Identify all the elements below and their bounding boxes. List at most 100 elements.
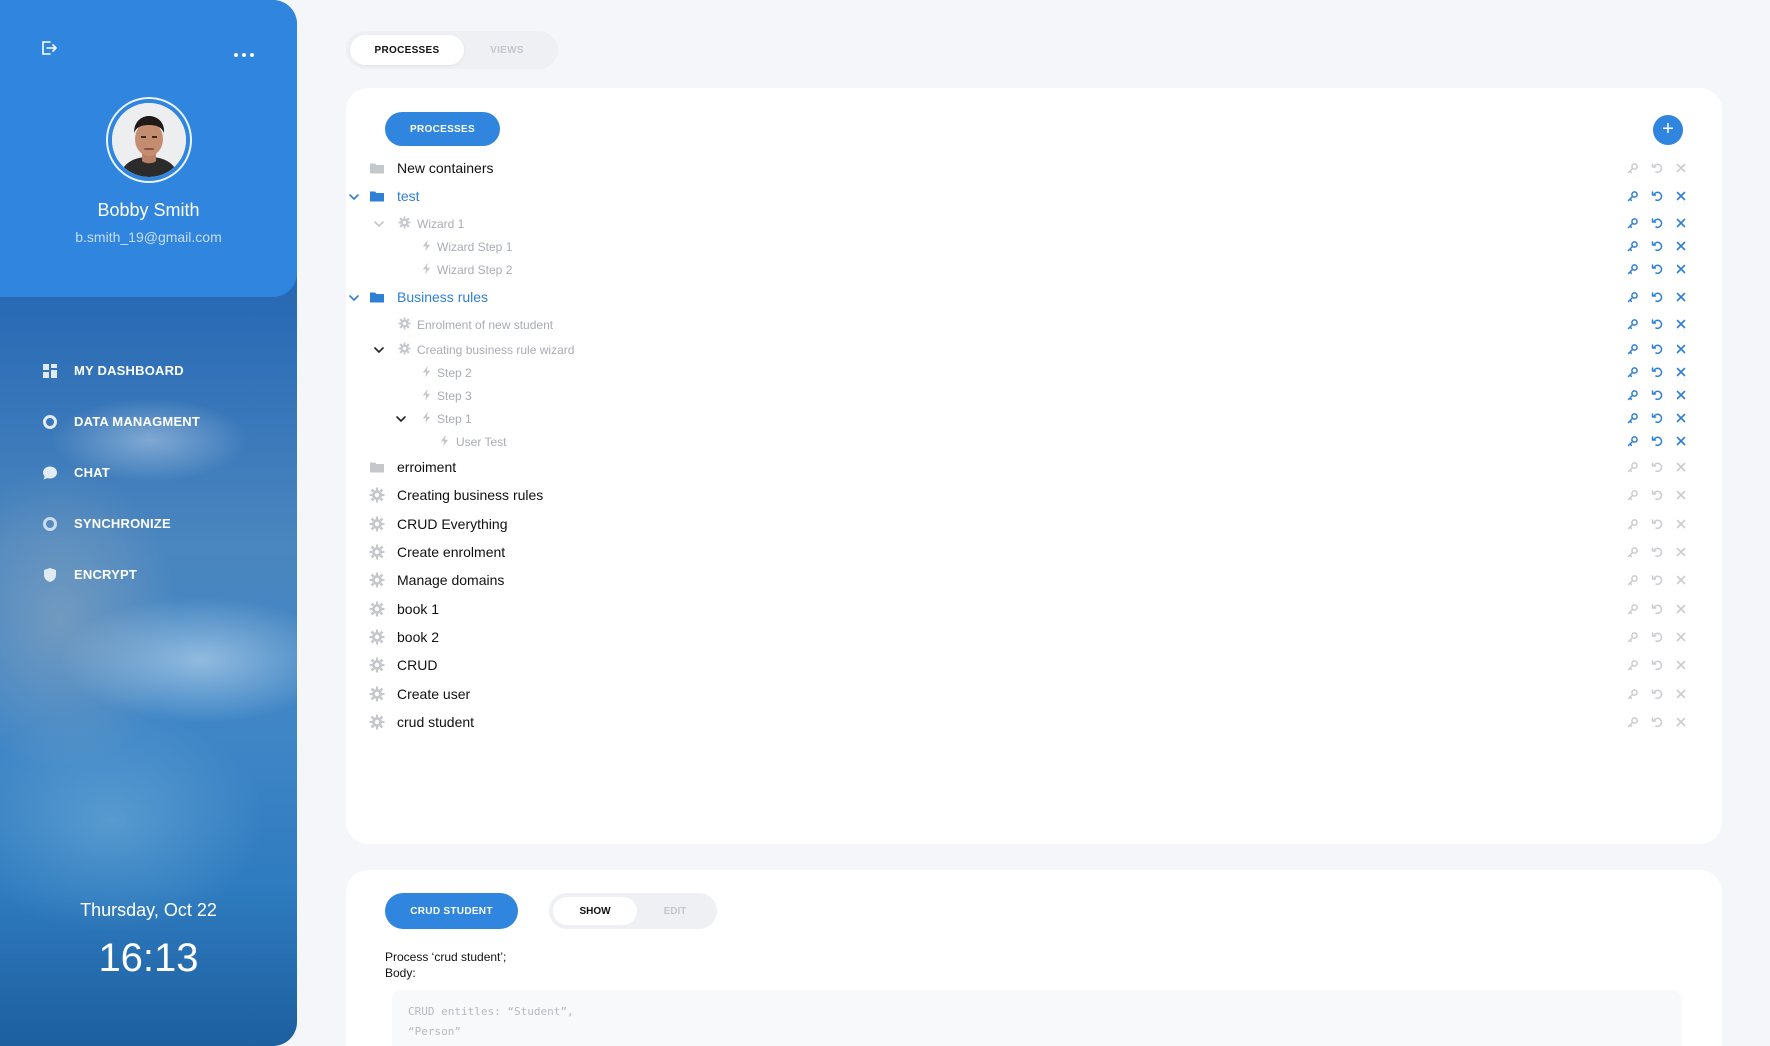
logout-icon[interactable] — [38, 38, 58, 58]
key-icon[interactable] — [1621, 658, 1645, 672]
key-icon[interactable] — [1621, 262, 1645, 276]
key-icon[interactable] — [1621, 715, 1645, 729]
sidebar-item-synchronize[interactable]: SYNCHRONIZE — [42, 498, 200, 549]
key-icon[interactable] — [1621, 388, 1645, 402]
sidebar-item-encrypt[interactable]: ENCRYPT — [42, 549, 200, 600]
undo-icon[interactable] — [1645, 317, 1669, 331]
tab-views[interactable]: VIEWS — [464, 35, 550, 65]
close-icon[interactable] — [1669, 602, 1693, 616]
key-icon[interactable] — [1621, 216, 1645, 230]
tree-row-wizard-step-2[interactable]: Wizard Step 2 — [346, 259, 1722, 279]
tree-row-book-2[interactable]: book 2 — [346, 627, 1722, 647]
tree-row-step-2[interactable]: Step 2 — [346, 362, 1722, 382]
tree-row-creating-business-rules[interactable]: Creating business rules — [346, 485, 1722, 505]
key-icon[interactable] — [1621, 517, 1645, 531]
tree-row-business-rules[interactable]: Business rules — [346, 287, 1722, 307]
tree-row-manage-domains[interactable]: Manage domains — [346, 570, 1722, 590]
close-icon[interactable] — [1669, 239, 1693, 253]
close-icon[interactable] — [1669, 342, 1693, 356]
tree-row-wizard-step-1[interactable]: Wizard Step 1 — [346, 236, 1722, 256]
tree-row-new-containers[interactable]: New containers — [346, 158, 1722, 178]
tab-processes[interactable]: PROCESSES — [350, 35, 464, 65]
key-icon[interactable] — [1621, 239, 1645, 253]
tree-row-crud-student[interactable]: crud student — [346, 712, 1722, 732]
undo-icon[interactable] — [1645, 460, 1669, 474]
undo-icon[interactable] — [1645, 411, 1669, 425]
close-icon[interactable] — [1669, 388, 1693, 402]
key-icon[interactable] — [1621, 411, 1645, 425]
undo-icon[interactable] — [1645, 388, 1669, 402]
key-icon[interactable] — [1621, 189, 1645, 203]
close-icon[interactable] — [1669, 545, 1693, 559]
close-icon[interactable] — [1669, 658, 1693, 672]
close-icon[interactable] — [1669, 365, 1693, 379]
close-icon[interactable] — [1669, 460, 1693, 474]
tree-row-crud-everything[interactable]: CRUD Everything — [346, 514, 1722, 534]
key-icon[interactable] — [1621, 317, 1645, 331]
tree-row-book-1[interactable]: book 1 — [346, 599, 1722, 619]
tree-row-creating-business-rule-wizard[interactable]: Creating business rule wizard — [346, 339, 1722, 359]
close-icon[interactable] — [1669, 216, 1693, 230]
sidebar-item-data-management[interactable]: DATA MANAGMENT — [42, 396, 200, 447]
undo-icon[interactable] — [1645, 342, 1669, 356]
close-icon[interactable] — [1669, 161, 1693, 175]
undo-icon[interactable] — [1645, 687, 1669, 701]
close-icon[interactable] — [1669, 434, 1693, 448]
toggle-edit[interactable]: EDIT — [637, 897, 713, 925]
undo-icon[interactable] — [1645, 658, 1669, 672]
chevron-down-icon[interactable] — [373, 343, 385, 355]
avatar[interactable] — [112, 103, 186, 177]
sidebar-item-chat[interactable]: CHAT — [42, 447, 200, 498]
close-icon[interactable] — [1669, 411, 1693, 425]
key-icon[interactable] — [1621, 290, 1645, 304]
tree-row-step-1[interactable]: Step 1 — [346, 408, 1722, 428]
tree-row-test[interactable]: test — [346, 186, 1722, 206]
key-icon[interactable] — [1621, 365, 1645, 379]
chevron-down-icon[interactable] — [348, 291, 360, 303]
more-options-icon[interactable] — [234, 44, 260, 57]
close-icon[interactable] — [1669, 517, 1693, 531]
tree-row-wizard-1[interactable]: Wizard 1 — [346, 213, 1722, 233]
undo-icon[interactable] — [1645, 715, 1669, 729]
tree-row-user-test[interactable]: User Test — [346, 431, 1722, 451]
key-icon[interactable] — [1621, 488, 1645, 502]
chevron-down-icon[interactable] — [395, 412, 407, 424]
undo-icon[interactable] — [1645, 602, 1669, 616]
tree-row-enrolment-of-new-student[interactable]: Enrolment of new student — [346, 314, 1722, 334]
key-icon[interactable] — [1621, 630, 1645, 644]
key-icon[interactable] — [1621, 545, 1645, 559]
sidebar-item-my-dashboard[interactable]: MY DASHBOARD — [42, 345, 200, 396]
undo-icon[interactable] — [1645, 488, 1669, 502]
undo-icon[interactable] — [1645, 239, 1669, 253]
add-process-button[interactable]: + — [1653, 115, 1683, 145]
close-icon[interactable] — [1669, 573, 1693, 587]
undo-icon[interactable] — [1645, 290, 1669, 304]
close-icon[interactable] — [1669, 290, 1693, 304]
crud-student-button[interactable]: CRUD STUDENT — [385, 893, 518, 929]
undo-icon[interactable] — [1645, 573, 1669, 587]
key-icon[interactable] — [1621, 434, 1645, 448]
tree-row-erroiment[interactable]: erroiment — [346, 457, 1722, 477]
tree-row-create-enrolment[interactable]: Create enrolment — [346, 542, 1722, 562]
key-icon[interactable] — [1621, 687, 1645, 701]
undo-icon[interactable] — [1645, 365, 1669, 379]
close-icon[interactable] — [1669, 189, 1693, 203]
tree-row-crud[interactable]: CRUD — [346, 655, 1722, 675]
undo-icon[interactable] — [1645, 161, 1669, 175]
key-icon[interactable] — [1621, 573, 1645, 587]
chevron-down-icon[interactable] — [348, 190, 360, 202]
undo-icon[interactable] — [1645, 216, 1669, 230]
undo-icon[interactable] — [1645, 434, 1669, 448]
close-icon[interactable] — [1669, 317, 1693, 331]
undo-icon[interactable] — [1645, 630, 1669, 644]
undo-icon[interactable] — [1645, 189, 1669, 203]
close-icon[interactable] — [1669, 715, 1693, 729]
close-icon[interactable] — [1669, 488, 1693, 502]
undo-icon[interactable] — [1645, 545, 1669, 559]
processes-title-button[interactable]: PROCESSES — [385, 112, 500, 146]
tree-row-create-user[interactable]: Create user — [346, 684, 1722, 704]
chevron-down-icon[interactable] — [373, 217, 385, 229]
tree-row-step-3[interactable]: Step 3 — [346, 385, 1722, 405]
undo-icon[interactable] — [1645, 517, 1669, 531]
toggle-show[interactable]: SHOW — [553, 897, 637, 925]
